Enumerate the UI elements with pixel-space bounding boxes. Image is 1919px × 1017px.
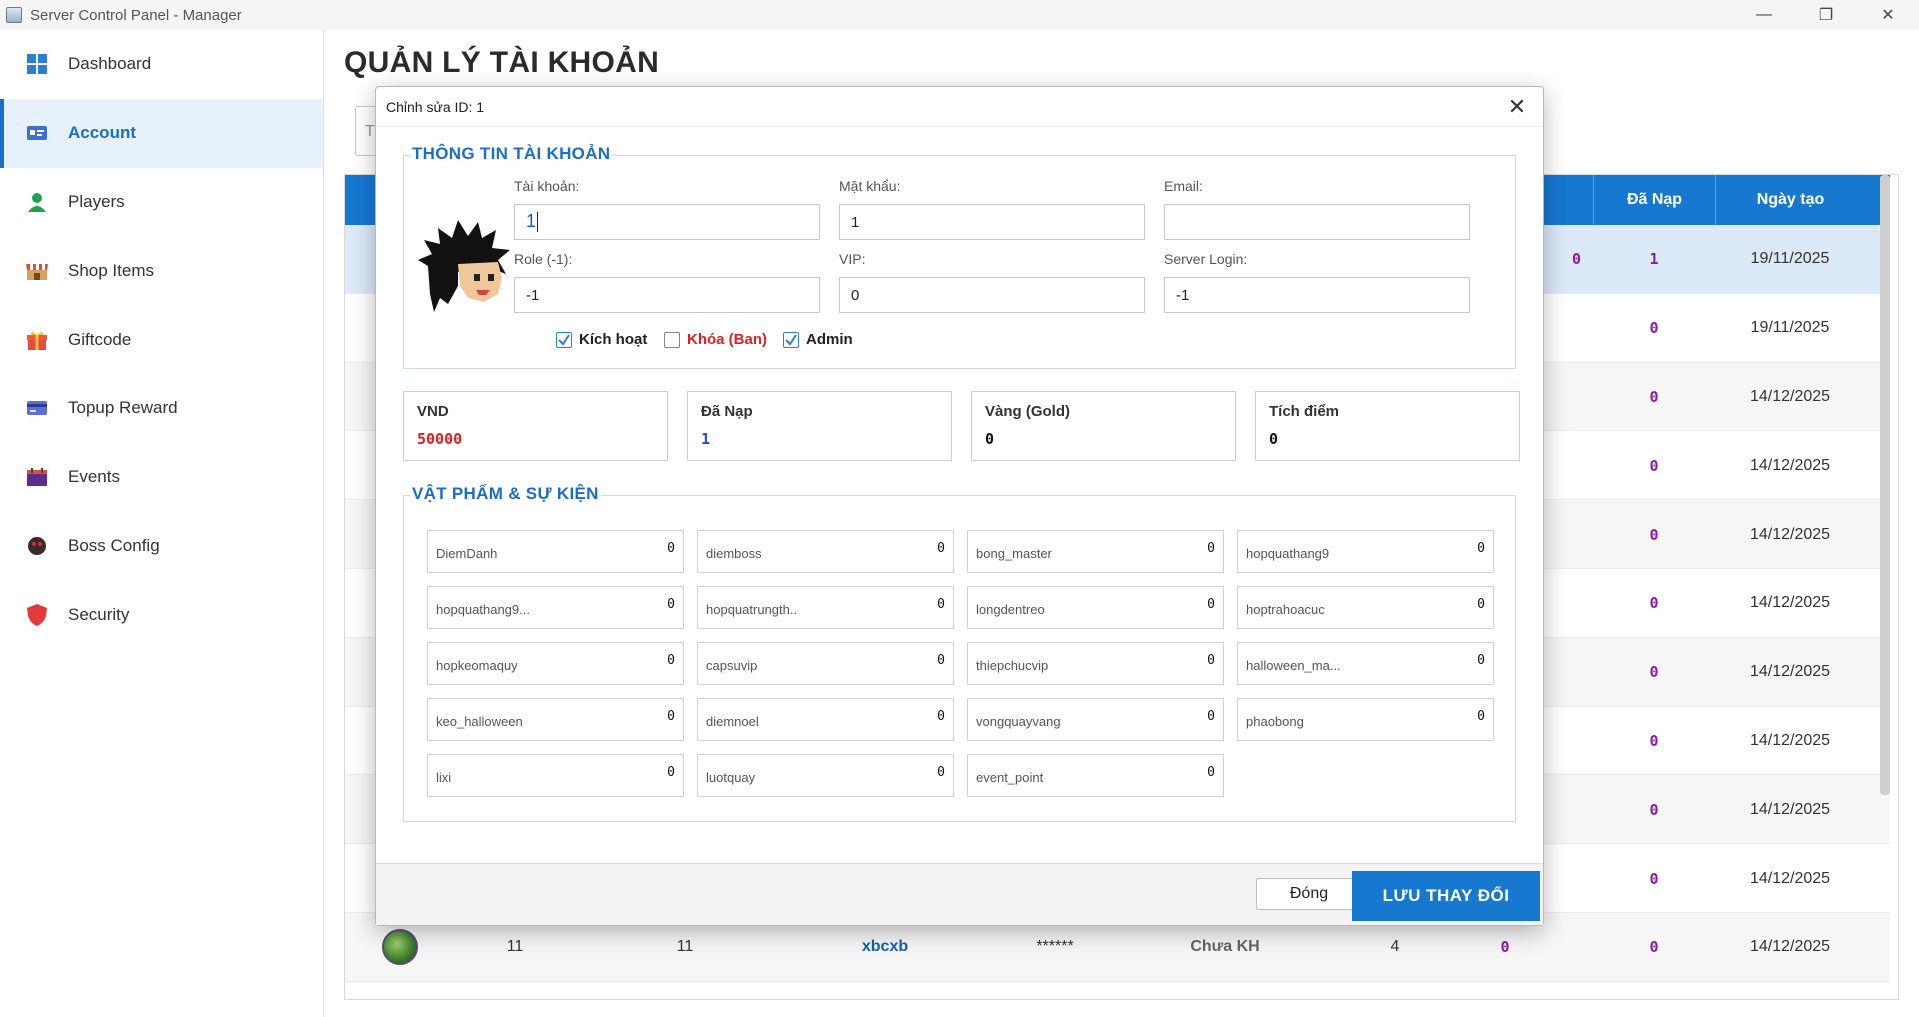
stat-vnd: VND 50000: [403, 391, 668, 461]
item-field[interactable]: bong_master 0: [967, 530, 1224, 573]
email-label: Email:: [1164, 178, 1203, 194]
vip-field[interactable]: 0: [839, 277, 1145, 313]
email-field[interactable]: [1164, 204, 1470, 240]
item-field[interactable]: vongquayvang 0: [967, 698, 1224, 741]
checkbox-checked-icon: [556, 331, 572, 348]
item-field[interactable]: keo_halloween 0: [427, 698, 684, 741]
role-field[interactable]: -1: [514, 277, 820, 313]
gift-icon: [26, 329, 48, 351]
dialog-title: Chỉnh sửa ID: 1: [386, 98, 485, 115]
item-field[interactable]: hopquatrungth.. 0: [697, 586, 954, 629]
sidebar-item-label: Topup Reward: [68, 398, 178, 418]
sidebar-item-giftcode[interactable]: Giftcode: [0, 305, 323, 374]
item-field[interactable]: capsuvip 0: [697, 642, 954, 685]
checkbox-checked-icon: [783, 331, 799, 348]
dialog-footer: Đóng LƯU THAY ĐỔI: [376, 863, 1543, 925]
sidebar-item-dashboard[interactable]: Dashboard: [0, 30, 323, 99]
item-field[interactable]: hopquathang9 0: [1237, 530, 1494, 573]
app-icon: [6, 7, 22, 23]
character-avatar: [418, 216, 514, 316]
sidebar-item-security[interactable]: Security: [0, 580, 323, 649]
item-field[interactable]: diemboss 0: [697, 530, 954, 573]
sidebar-item-label: Shop Items: [68, 260, 154, 280]
maximize-icon[interactable]: ❐: [1795, 0, 1857, 30]
items-events-title: VẬT PHẨM & SỰ KIỆN: [410, 484, 601, 504]
stat-tich-diem: Tích điểm 0: [1255, 391, 1520, 461]
password-label: Mật khẩu:: [839, 178, 901, 194]
events-icon: [26, 466, 48, 488]
shop-icon: [26, 260, 48, 282]
player-icon: [26, 191, 48, 213]
item-field[interactable]: lixi 0: [427, 754, 684, 797]
window-title: Server Control Panel - Manager: [30, 6, 242, 24]
sidebar-item-label: Events: [68, 467, 120, 487]
item-field[interactable]: hopkeomaquy 0: [427, 642, 684, 685]
sidebar-item-label: Players: [68, 191, 125, 211]
shield-icon: [26, 603, 48, 626]
item-field[interactable]: halloween_ma... 0: [1237, 642, 1494, 685]
sidebar: Dashboard Account Players Shop Items Gif…: [0, 30, 324, 1017]
window-controls: — ❐ ✕: [1733, 0, 1919, 30]
sidebar-item-label: Dashboard: [68, 54, 152, 74]
item-field[interactable]: longdentreo 0: [967, 586, 1224, 629]
account-card-icon: [26, 122, 48, 144]
minimize-icon[interactable]: —: [1733, 0, 1795, 30]
card-icon: [26, 397, 48, 419]
sidebar-item-label: Security: [68, 604, 130, 624]
account-info-title: THÔNG TIN TÀI KHOẢN: [410, 144, 613, 164]
username-label: Tài khoản:: [514, 178, 580, 194]
edit-account-dialog: Chỉnh sửa ID: 1 ✕ THÔNG TIN TÀI KHOẢN Tà…: [375, 86, 1544, 926]
sidebar-item-topup-reward[interactable]: Topup Reward: [0, 374, 323, 443]
role-label: Role (-1):: [514, 251, 573, 267]
item-field[interactable]: diemnoel 0: [697, 698, 954, 741]
admin-checkbox[interactable]: Admin: [783, 331, 853, 348]
close-icon[interactable]: ✕: [1503, 93, 1531, 121]
active-checkbox[interactable]: Kích hoạt: [556, 331, 647, 348]
close-window-icon[interactable]: ✕: [1857, 0, 1919, 30]
save-changes-button[interactable]: LƯU THAY ĐỔI: [1352, 871, 1540, 921]
sidebar-item-events[interactable]: Events: [0, 443, 323, 512]
sidebar-item-boss-config[interactable]: Boss Config: [0, 512, 323, 581]
item-field[interactable]: luotquay 0: [697, 754, 954, 797]
vip-label: VIP:: [839, 251, 866, 267]
item-field[interactable]: hoptrahoacuc 0: [1237, 586, 1494, 629]
stat-da-nap: Đã Nạp 1: [687, 391, 952, 461]
item-field[interactable]: DiemDanh 0: [427, 530, 684, 573]
text-caret: [537, 212, 539, 233]
page-title: QUẢN LÝ TÀI KHOẢN: [344, 46, 660, 79]
window-titlebar: Server Control Panel - Manager — ❐ ✕: [0, 0, 1919, 30]
sidebar-item-players[interactable]: Players: [0, 168, 323, 237]
sidebar-item-label: Giftcode: [68, 329, 132, 349]
dashboard-icon: [26, 53, 48, 75]
table-scrollbar[interactable]: [1880, 175, 1890, 795]
dialog-header: Chỉnh sửa ID: 1: [376, 87, 1543, 127]
username-field[interactable]: 1: [514, 204, 820, 240]
item-field[interactable]: thiepchucvip 0: [967, 642, 1224, 685]
item-field[interactable]: hopquathang9... 0: [427, 586, 684, 629]
server-login-label: Server Login:: [1164, 251, 1248, 267]
close-button[interactable]: Đóng: [1256, 878, 1362, 910]
items-events-group: VẬT PHẨM & SỰ KIỆN DiemDanh 0 diemboss 0 b…: [403, 484, 1516, 822]
sidebar-item-shop-items[interactable]: Shop Items: [0, 236, 323, 305]
password-field[interactable]: 1: [839, 204, 1145, 240]
server-login-field[interactable]: -1: [1164, 277, 1470, 313]
sidebar-item-account[interactable]: Account: [0, 98, 323, 168]
account-info-group: THÔNG TIN TÀI KHOẢN Tài khoản: 1 Mật khẩ…: [403, 144, 1516, 369]
item-field[interactable]: phaobong 0: [1237, 698, 1494, 741]
ban-checkbox[interactable]: Khóa (Ban): [664, 331, 767, 348]
boss-icon: [26, 535, 48, 557]
sidebar-item-label: Account: [68, 123, 136, 143]
sidebar-item-label: Boss Config: [68, 535, 160, 555]
stat-gold: Vàng (Gold) 0: [971, 391, 1236, 461]
checkbox-unchecked-icon: [664, 331, 680, 348]
column-header-ngay-tao[interactable]: Ngày tạo: [1715, 175, 1865, 225]
column-header-da-nap[interactable]: Đã Nạp: [1593, 175, 1715, 225]
item-field[interactable]: event_point 0: [967, 754, 1224, 797]
